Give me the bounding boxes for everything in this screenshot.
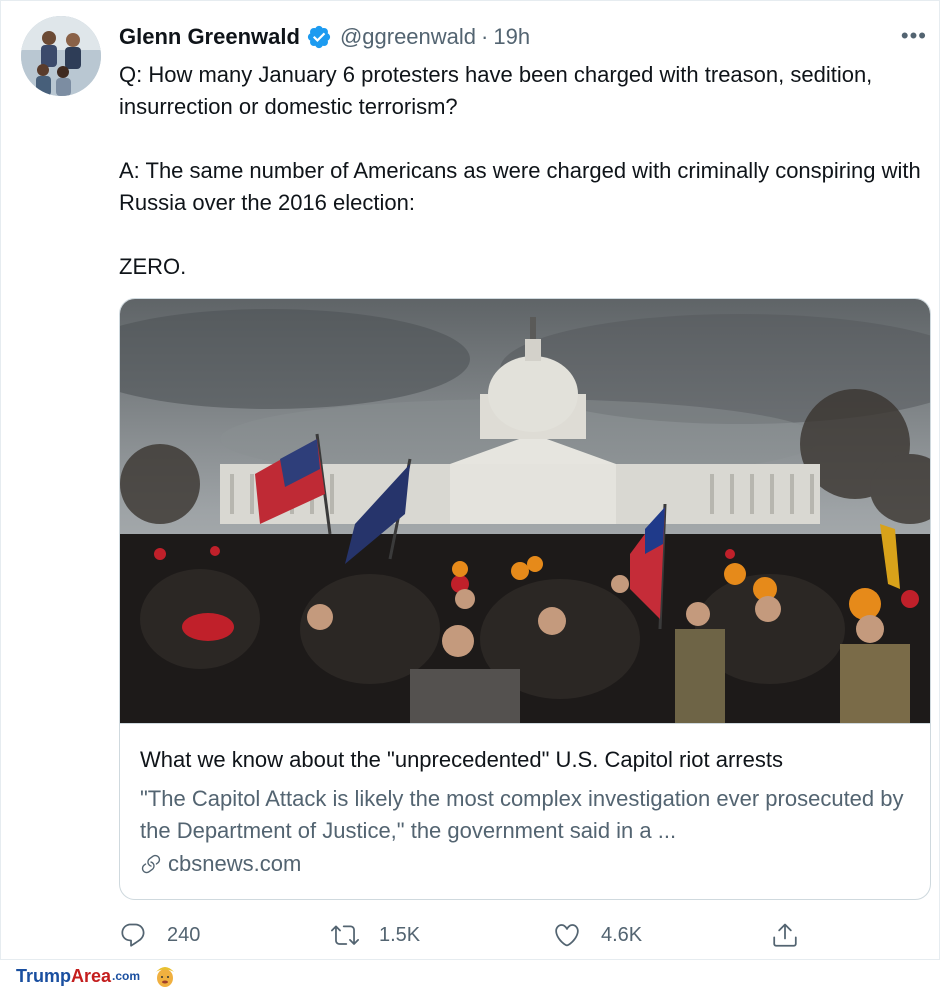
avatar[interactable] xyxy=(21,16,101,96)
heart-icon xyxy=(555,924,579,947)
tweet-paragraph-answer: A: The same number of Americans as were … xyxy=(119,158,921,215)
link-icon xyxy=(141,854,161,874)
site-watermark: Trump Area .com xyxy=(16,964,176,988)
reply-icon xyxy=(121,923,145,947)
retweet-button[interactable]: 1.5K xyxy=(331,921,420,949)
tweet-text: Q: How many January 6 protesters have be… xyxy=(119,59,934,283)
card-domain[interactable]: cbsnews.com xyxy=(140,851,301,877)
retweet-count: 1.5K xyxy=(379,923,421,946)
verified-badge-icon xyxy=(307,25,331,49)
tweet-actions: 240 1.5K 4.6K xyxy=(119,921,819,953)
reply-button[interactable]: 240 xyxy=(119,921,200,949)
separator-dot: · xyxy=(481,24,489,49)
tweet-paragraph-zero: ZERO. xyxy=(119,254,187,279)
card-image[interactable] xyxy=(120,299,930,724)
card-domain-text[interactable]: cbsnews.com xyxy=(168,851,301,877)
watermark-part-com: .com xyxy=(112,969,141,983)
link-card[interactable]: What we know about the "unprecedented" U… xyxy=(119,298,931,900)
share-button[interactable] xyxy=(771,921,799,949)
like-button[interactable]: 4.6K xyxy=(553,921,642,949)
more-options-icon[interactable]: ••• xyxy=(901,23,927,49)
avatar-photo xyxy=(21,16,101,96)
card-description: "The Capitol Attack is likely the most c… xyxy=(140,786,904,843)
watermark-part-trump: Trump xyxy=(16,965,72,986)
retweet-icon xyxy=(331,925,359,945)
card-title[interactable]: What we know about the "unprecedented" U… xyxy=(140,747,783,773)
tweet-paragraph-question: Q: How many January 6 protesters have be… xyxy=(119,62,873,119)
author-name[interactable]: Glenn Greenwald xyxy=(119,24,300,50)
share-icon xyxy=(773,923,797,947)
author-handle[interactable]: @ggreenwald xyxy=(340,24,476,50)
tweet-header: Glenn Greenwald @ggreenwald · 19h xyxy=(119,21,530,53)
tweet[interactable]: Glenn Greenwald @ggreenwald · 19h ••• Q:… xyxy=(0,0,940,960)
reply-count: 240 xyxy=(167,923,201,946)
capitol-crowd-photo xyxy=(120,299,930,723)
watermark-part-area: Area xyxy=(71,965,112,986)
like-count: 4.6K xyxy=(601,923,643,946)
tweet-timestamp[interactable]: 19h xyxy=(493,24,530,50)
watermark-face-icon xyxy=(156,967,175,987)
